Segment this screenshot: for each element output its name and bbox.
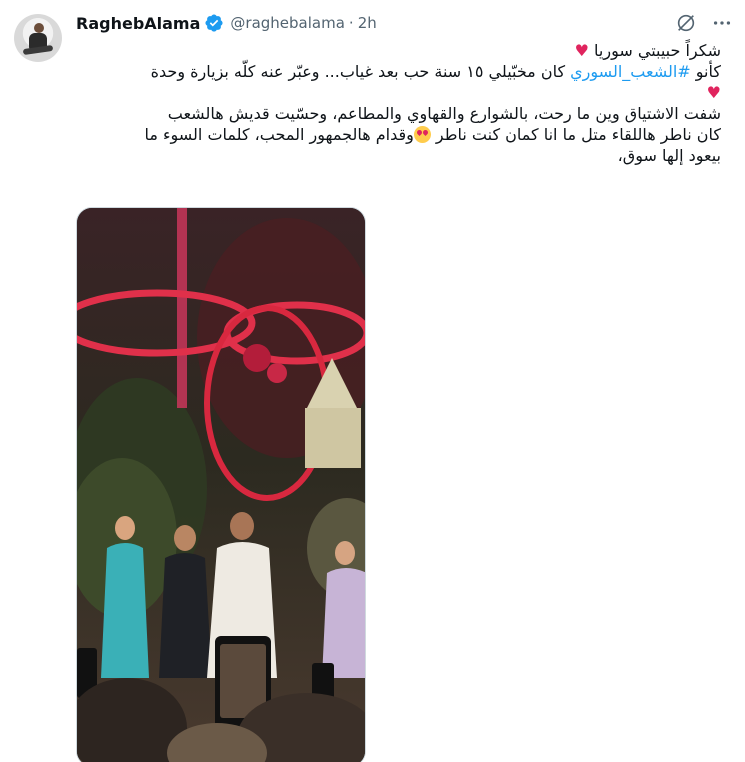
tweet-video[interactable] [76,207,366,762]
tweet-header: RaghebAlama @raghebalama · 2h [76,12,377,34]
tweet-line-3: شفت الاشتياق وين ما رحت، بالشوارع والقها… [76,103,721,124]
tweet-card[interactable]: RaghebAlama @raghebalama · 2h شكراً حبيب… [0,0,745,762]
line-2-prefix: كأنو [690,62,721,81]
line-1-text: شكراً حبيبتي سوريا [594,41,721,60]
line-5-text: بيعود إلها سوق، [617,146,721,165]
author-name[interactable]: RaghebAlama [76,14,200,33]
line-4-suffix: وقدام هالجمهور المحب، كلمات السوء ما [144,125,414,144]
grok-icon[interactable] [673,10,699,36]
tweet-line-2: كأنو #الشعب_السوري كان مخبّيلي ١٥ سنة حب… [76,61,721,82]
video-frame [77,208,365,762]
tweet-line-2b: ♥ [76,82,721,103]
line-4-prefix: كان ناطر هاللقاء متل ما انا كمان كنت ناط… [430,125,721,144]
more-icon[interactable] [709,10,735,36]
heart-icon: ♥ [574,41,589,60]
hashtag-link[interactable]: #الشعب_السوري [570,62,691,81]
avatar[interactable] [14,14,62,62]
separator-dot: · [348,14,354,32]
line-2-suffix: كان مخبّيلي ١٥ سنة حب بعد غياب... وعبّر … [150,62,571,81]
tweet-line-1: شكراً حبيبتي سوريا ♥ [76,40,721,61]
verified-badge-icon [204,13,224,33]
heart-icon: ♥ [706,83,721,102]
top-actions [673,10,735,36]
tweet-line-4: كان ناطر هاللقاء متل ما انا كمان كنت ناط… [76,124,721,145]
avatar-figure-head [34,23,44,33]
tweet-text: شكراً حبيبتي سوريا ♥ كأنو #الشعب_السوري … [76,40,721,166]
tweet-line-5: بيعود إلها سوق، [76,145,721,166]
avatar-figure-leg [22,44,54,56]
line-3-text: شفت الاشتياق وين ما رحت، بالشوارع والقها… [167,104,721,123]
timestamp[interactable]: 2h [358,14,377,32]
heart-eyes-emoji-icon [413,126,431,143]
author-handle[interactable]: @raghebalama [230,14,345,32]
